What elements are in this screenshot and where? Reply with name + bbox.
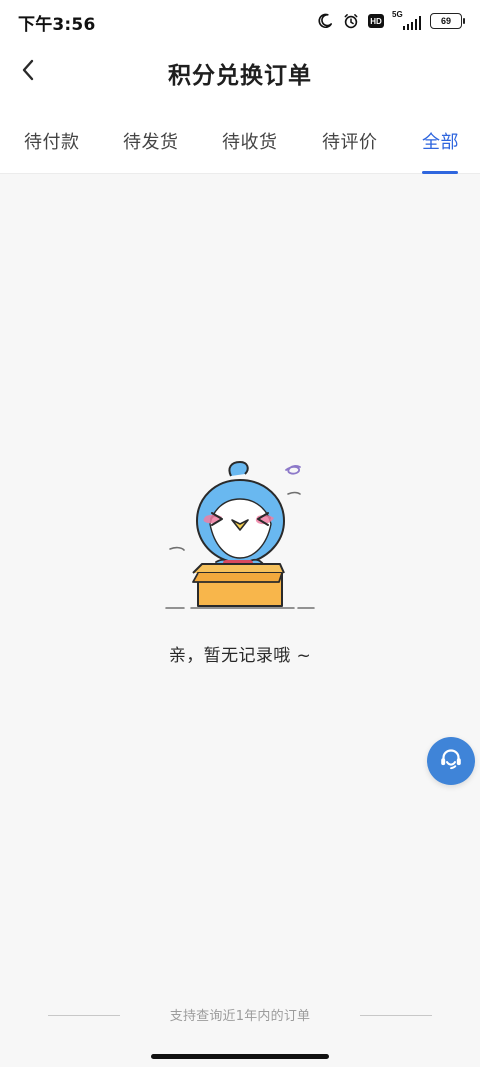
status-bar: 下午3:56 HD 5G 69 bbox=[0, 0, 480, 44]
app-header: 积分兑换订单 bbox=[0, 44, 480, 104]
battery-icon: 69 bbox=[430, 13, 465, 29]
status-icons: HD 5G 69 bbox=[316, 10, 465, 32]
home-indicator bbox=[151, 1054, 329, 1059]
alarm-clock-icon bbox=[342, 12, 360, 30]
status-time: 下午3:56 bbox=[18, 15, 96, 35]
tab-pending-shipment[interactable]: 待发货 bbox=[123, 128, 179, 154]
order-tabs: 待付款 待发货 待收货 待评价 全部 bbox=[0, 104, 480, 174]
network-label: 5G bbox=[392, 10, 403, 19]
screen: 下午3:56 HD 5G 69 积分兑换订单 待付款 待发货 待收货 待评价 全… bbox=[0, 0, 480, 1067]
tab-pending-receipt[interactable]: 待收货 bbox=[222, 128, 278, 154]
signal-bars bbox=[403, 16, 421, 30]
tab-pending-payment[interactable]: 待付款 bbox=[24, 128, 80, 154]
bird-in-box-illustration bbox=[160, 452, 320, 617]
customer-service-icon bbox=[437, 745, 465, 777]
tab-all[interactable]: 全部 bbox=[422, 128, 459, 154]
tab-pending-review[interactable]: 待评价 bbox=[322, 128, 378, 154]
footer-right-divider bbox=[360, 1015, 432, 1016]
active-tab-indicator bbox=[422, 171, 458, 174]
customer-service-button[interactable] bbox=[427, 737, 475, 785]
moon-icon bbox=[316, 12, 334, 30]
empty-state-message: 亲，暂无记录哦 ~ bbox=[168, 646, 312, 666]
page-title: 积分兑换订单 bbox=[168, 63, 312, 89]
hd-icon: HD bbox=[368, 14, 384, 28]
signal-icon: 5G bbox=[392, 10, 422, 30]
